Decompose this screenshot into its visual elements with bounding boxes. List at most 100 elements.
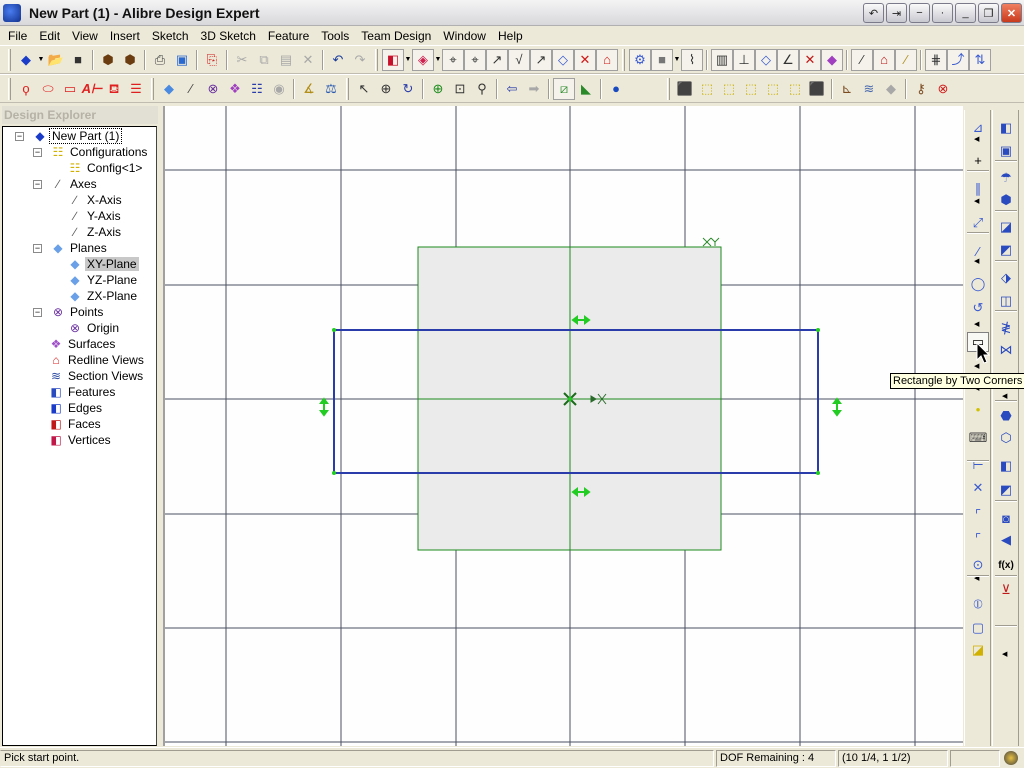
menu-view[interactable]: View bbox=[66, 29, 104, 43]
grid-1-icon[interactable]: ⋕ bbox=[925, 48, 947, 71]
show-surfaces-icon[interactable]: ❖ bbox=[224, 78, 246, 100]
pattern-icon[interactable]: ⬣ bbox=[995, 406, 1017, 426]
dot-button[interactable]: · bbox=[932, 3, 953, 23]
tree-item-section-views[interactable]: ≋ Section Views bbox=[48, 368, 145, 384]
menu-help[interactable]: Help bbox=[492, 29, 529, 43]
sketch-tool-8-icon[interactable]: ⌂ bbox=[596, 48, 618, 71]
collapse-toggle-icon[interactable]: − bbox=[33, 243, 42, 253]
fill-color-icon[interactable]: ⛾ bbox=[103, 78, 125, 100]
app-icon[interactable] bbox=[3, 3, 21, 22]
replace-icon[interactable]: ◀ bbox=[995, 530, 1017, 550]
canvas-drawing[interactable] bbox=[165, 106, 963, 746]
sketch-plane-handle-icon[interactable] bbox=[702, 237, 720, 247]
rectangle-corner-handle[interactable] bbox=[332, 471, 336, 475]
tree-item-yz-plane[interactable]: ◆ YZ-Plane bbox=[67, 272, 139, 288]
rectangle-icon[interactable]: ▭ bbox=[59, 78, 81, 100]
sketch-tool-3-icon[interactable]: ↗ bbox=[486, 48, 508, 71]
pan-icon[interactable]: ⊕ bbox=[375, 78, 397, 100]
section-3-icon[interactable]: ◆ bbox=[880, 78, 902, 100]
revolve-icon[interactable]: ☂ bbox=[995, 168, 1017, 188]
circle-icon[interactable]: ◯ bbox=[967, 274, 989, 294]
select-arrow-icon[interactable]: ↖ bbox=[353, 78, 375, 100]
draft-icon[interactable]: ◫ bbox=[995, 291, 1017, 311]
dimension-3-icon[interactable]: ◇ bbox=[755, 48, 777, 71]
new-part-icon[interactable]: ◆ bbox=[15, 49, 37, 71]
menu-edit[interactable]: Edit bbox=[33, 29, 66, 43]
sketch-canvas[interactable] bbox=[163, 106, 963, 746]
collapse-toggle-icon[interactable]: − bbox=[15, 131, 24, 141]
ellipse-icon[interactable]: ⬭ bbox=[37, 78, 59, 100]
restore-button[interactable]: ❐ bbox=[978, 3, 999, 23]
dimension-1-icon[interactable]: ▥ bbox=[711, 48, 733, 71]
sketch-tool-7-icon[interactable]: ✕ bbox=[574, 48, 596, 71]
spline-icon[interactable]: ϙ bbox=[15, 78, 37, 100]
dropdown-arrow-icon[interactable]: ▼ bbox=[673, 56, 681, 63]
sketch-plane-icon[interactable]: ◣ bbox=[575, 78, 597, 100]
menu-window[interactable]: Window bbox=[437, 29, 492, 43]
view-isometric-icon[interactable]: ⬛ bbox=[674, 78, 696, 100]
hole-icon[interactable]: ◙ bbox=[995, 508, 1017, 528]
grid-3-icon[interactable]: ⇅ bbox=[969, 48, 991, 71]
resize-handle-right[interactable] bbox=[832, 397, 842, 417]
rectangle-corner-handle[interactable] bbox=[816, 328, 820, 332]
section-1-icon[interactable]: ⊾ bbox=[836, 78, 858, 100]
measure-icon[interactable]: ∡ bbox=[298, 78, 320, 100]
tree-item-redline-views[interactable]: ⌂ Redline Views bbox=[48, 352, 146, 368]
sketch-tool-5-icon[interactable]: ↗ bbox=[530, 48, 552, 71]
sketch-tool-1-icon[interactable]: ⌖ bbox=[442, 48, 464, 71]
toolbar-grip[interactable] bbox=[151, 77, 154, 100]
color-mode-icon[interactable]: ◈ bbox=[412, 48, 434, 71]
check-out-icon[interactable]: ⬢ bbox=[97, 49, 119, 71]
sketch-tool-2-icon[interactable]: ⌖ bbox=[464, 48, 486, 71]
loft-icon[interactable]: ⬗ bbox=[995, 268, 1017, 288]
tree-item-zx-plane[interactable]: ◆ ZX-Plane bbox=[67, 288, 139, 304]
view-forward-icon[interactable]: ➡ bbox=[523, 78, 545, 100]
view-back-cube-icon[interactable]: ⬚ bbox=[718, 78, 740, 100]
dimension-6-icon[interactable]: ◆ bbox=[821, 48, 843, 71]
toolbar-grip[interactable] bbox=[667, 77, 670, 100]
parallel-line-icon[interactable]: ∥ bbox=[967, 179, 989, 199]
resize-handle-left[interactable] bbox=[319, 397, 329, 417]
menu-team-design[interactable]: Team Design bbox=[355, 29, 437, 43]
tree-item-configurations[interactable]: − ☷ Configurations bbox=[33, 144, 149, 160]
tree-item-planes[interactable]: − ◆ Planes bbox=[33, 240, 109, 256]
cut-icon[interactable]: ◧ bbox=[995, 456, 1017, 476]
toolbar-grip[interactable] bbox=[375, 48, 378, 71]
tree-item-edges[interactable]: ◧ Edges bbox=[48, 400, 104, 416]
view-left-icon[interactable]: ⬚ bbox=[740, 78, 762, 100]
arc-icon[interactable]: ↺ bbox=[967, 298, 989, 318]
normal-to-sketch-icon[interactable]: ⧄ bbox=[553, 77, 575, 100]
show-points-icon[interactable]: ⊗ bbox=[202, 78, 224, 100]
pin-button[interactable]: ⇥ bbox=[886, 3, 907, 23]
zoom-window-icon[interactable]: ⊡ bbox=[449, 78, 471, 100]
paste-icon[interactable]: ▤ bbox=[275, 49, 297, 71]
tree-item-x-axis[interactable]: ∕ X-Axis bbox=[67, 192, 124, 208]
reference-3-icon[interactable]: ⁄ bbox=[895, 48, 917, 71]
intersection-icon[interactable]: ✕ bbox=[967, 478, 989, 498]
show-hidden-icon[interactable]: ◉ bbox=[268, 78, 290, 100]
dimension-4-icon[interactable]: ∠ bbox=[777, 48, 799, 71]
dropdown-arrow-icon[interactable]: ▼ bbox=[404, 56, 412, 63]
collapse-toggle-icon[interactable]: − bbox=[33, 179, 42, 189]
status-compass-icon[interactable] bbox=[1004, 751, 1018, 765]
rotate-icon[interactable]: ↻ bbox=[397, 78, 419, 100]
tree-item-surfaces[interactable]: ❖ Surfaces bbox=[48, 336, 117, 352]
chamfer-icon[interactable]: ⌜ bbox=[967, 529, 989, 549]
zoom-fit-icon[interactable]: ⚲ bbox=[471, 78, 493, 100]
collapse-toggle-icon[interactable]: − bbox=[33, 147, 42, 157]
dropdown-arrow-icon[interactable]: ▼ bbox=[37, 56, 45, 63]
tree-item-vertices[interactable]: ◧ Vertices bbox=[48, 432, 113, 448]
display-mode-icon[interactable]: ◧ bbox=[382, 48, 404, 71]
flyout-arrow-icon[interactable]: ◀ bbox=[974, 257, 979, 265]
dimension-5-icon[interactable]: ✕ bbox=[799, 48, 821, 71]
print-icon[interactable]: ⎙ bbox=[149, 49, 171, 71]
grid-2-icon[interactable]: ⤴ bbox=[947, 48, 969, 71]
zoom-in-icon[interactable]: ⊕ bbox=[427, 78, 449, 100]
physical-properties-icon[interactable]: ⚖ bbox=[320, 78, 342, 100]
view-top-icon[interactable]: ⬚ bbox=[784, 78, 806, 100]
rectangle-corner-handle[interactable] bbox=[816, 471, 820, 475]
fillet-icon[interactable]: ⌜ bbox=[967, 505, 989, 525]
flyout-arrow-icon[interactable]: ◀ bbox=[1002, 650, 1007, 658]
menu-sketch[interactable]: Sketch bbox=[146, 29, 195, 43]
save-disk-icon[interactable]: ■ bbox=[67, 49, 89, 71]
